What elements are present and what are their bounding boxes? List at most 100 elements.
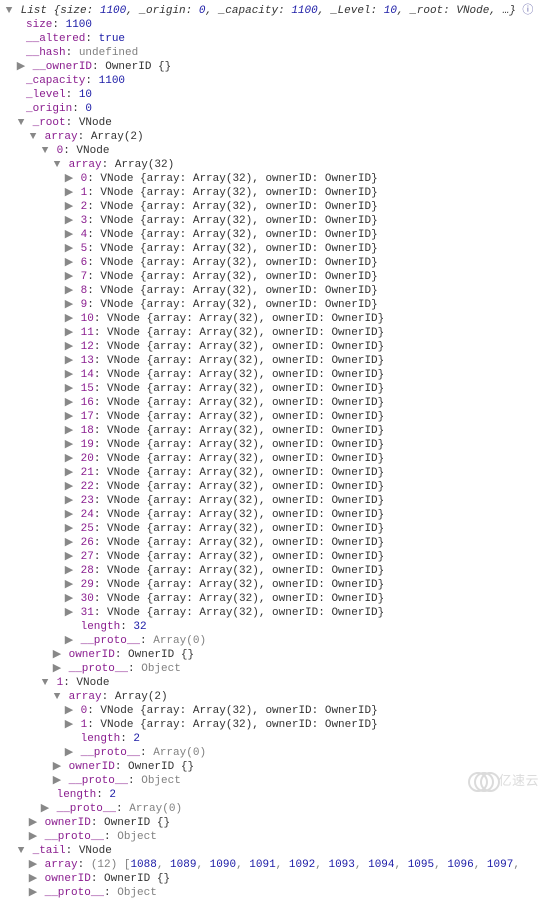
expand-arrow[interactable]: ▶ (64, 578, 74, 592)
expand-arrow[interactable]: ▶ (64, 438, 74, 452)
node1-row[interactable]: ▼ 1: VNode (4, 676, 545, 690)
expand-arrow[interactable]: ▶ (64, 536, 74, 550)
vnode-item[interactable]: ▶ 3: VNode {array: Array(32), ownerID: O… (4, 214, 545, 228)
expand-arrow[interactable]: ▶ (28, 858, 38, 872)
vnode-item[interactable]: ▶ 2: VNode {array: Array(32), ownerID: O… (4, 200, 545, 214)
vnode-item[interactable]: ▶ 19: VNode {array: Array(32), ownerID: … (4, 438, 545, 452)
expand-arrow[interactable]: ▶ (64, 606, 74, 620)
vnode-item[interactable]: ▶ 7: VNode {array: Array(32), ownerID: O… (4, 270, 545, 284)
vnode-item[interactable]: ▶ 31: VNode {array: Array(32), ownerID: … (4, 606, 545, 620)
node1-array-row[interactable]: ▼ array: Array(2) (4, 690, 545, 704)
expand-arrow[interactable]: ▶ (64, 284, 74, 298)
expand-arrow[interactable]: ▶ (64, 270, 74, 284)
vnode-item[interactable]: ▶ 17: VNode {array: Array(32), ownerID: … (4, 410, 545, 424)
expand-arrow[interactable]: ▶ (64, 256, 74, 270)
expand-arrow[interactable]: ▶ (64, 508, 74, 522)
expand-arrow[interactable]: ▶ (52, 662, 62, 676)
collapse-arrow[interactable]: ▼ (40, 676, 50, 690)
collapse-arrow[interactable]: ▼ (28, 130, 38, 144)
vnode-item[interactable]: ▶ 13: VNode {array: Array(32), ownerID: … (4, 354, 545, 368)
root-row[interactable]: ▼ List {size: 1100, _origin: 0, _capacit… (4, 4, 545, 18)
node0-array-row[interactable]: ▼ array: Array(32) (4, 158, 545, 172)
expand-arrow[interactable]: ▶ (64, 172, 74, 186)
expand-arrow[interactable]: ▶ (64, 340, 74, 354)
expand-arrow[interactable]: ▶ (64, 242, 74, 256)
vnode-item[interactable]: ▶ 28: VNode {array: Array(32), ownerID: … (4, 564, 545, 578)
vnode-item[interactable]: ▶ 4: VNode {array: Array(32), ownerID: O… (4, 228, 545, 242)
collapse-arrow[interactable]: ▼ (16, 116, 26, 130)
vnode-item[interactable]: ▶ 1: VNode {array: Array(32), ownerID: O… (4, 186, 545, 200)
outer-array-row[interactable]: ▼ array: Array(2) (4, 130, 545, 144)
node0-row[interactable]: ▼ 0: VNode (4, 144, 545, 158)
expand-arrow[interactable]: ▶ (28, 872, 38, 886)
vnode-item[interactable]: ▶ 6: VNode {array: Array(32), ownerID: O… (4, 256, 545, 270)
expand-arrow[interactable]: ▶ (64, 228, 74, 242)
vnode-item[interactable]: ▶ 23: VNode {array: Array(32), ownerID: … (4, 494, 545, 508)
proto-row[interactable]: ▶ __proto__: Object (4, 886, 545, 900)
expand-arrow[interactable]: ▶ (64, 424, 74, 438)
vnode-item[interactable]: ▶ 5: VNode {array: Array(32), ownerID: O… (4, 242, 545, 256)
proto-row[interactable]: ▶ __proto__: Object (4, 662, 545, 676)
vnode-item[interactable]: ▶ 14: VNode {array: Array(32), ownerID: … (4, 368, 545, 382)
expand-arrow[interactable]: ▶ (52, 774, 62, 788)
collapse-arrow[interactable]: ▼ (40, 144, 50, 158)
tail-row[interactable]: ▼ _tail: VNode (4, 844, 545, 858)
ownerid-row[interactable]: ▶ ownerID: OwnerID {} (4, 872, 545, 886)
vnode-item[interactable]: ▶ 12: VNode {array: Array(32), ownerID: … (4, 340, 545, 354)
expand-arrow[interactable]: ▶ (64, 326, 74, 340)
vnode-item[interactable]: ▶ 25: VNode {array: Array(32), ownerID: … (4, 522, 545, 536)
expand-arrow[interactable]: ▶ (64, 214, 74, 228)
expand-arrow[interactable]: ▶ (64, 522, 74, 536)
collapse-arrow[interactable]: ▼ (52, 690, 62, 704)
vnode-item[interactable]: ▶ 15: VNode {array: Array(32), ownerID: … (4, 382, 545, 396)
expand-arrow[interactable]: ▶ (64, 634, 74, 648)
expand-arrow[interactable]: ▶ (40, 802, 50, 816)
vnode-item[interactable]: ▶ 29: VNode {array: Array(32), ownerID: … (4, 578, 545, 592)
vnode-item[interactable]: ▶ 10: VNode {array: Array(32), ownerID: … (4, 312, 545, 326)
collapse-arrow[interactable]: ▼ (4, 4, 14, 18)
expand-arrow[interactable]: ▶ (64, 494, 74, 508)
proto-row[interactable]: ▶ __proto__: Array(0) (4, 634, 545, 648)
expand-arrow[interactable]: ▶ (64, 298, 74, 312)
vnode-item[interactable]: ▶ 30: VNode {array: Array(32), ownerID: … (4, 592, 545, 606)
vnode-item[interactable]: ▶ 24: VNode {array: Array(32), ownerID: … (4, 508, 545, 522)
info-icon[interactable]: ⓘ (522, 5, 533, 17)
expand-arrow[interactable]: ▶ (28, 830, 38, 844)
vnode-item[interactable]: ▶ 8: VNode {array: Array(32), ownerID: O… (4, 284, 545, 298)
expand-arrow[interactable]: ▶ (64, 718, 74, 732)
expand-arrow[interactable]: ▶ (64, 312, 74, 326)
ownerid-row[interactable]: ▶ ownerID: OwnerID {} (4, 648, 545, 662)
expand-arrow[interactable]: ▶ (52, 648, 62, 662)
expand-arrow[interactable]: ▶ (64, 550, 74, 564)
tail-array-row[interactable]: ▶ array: (12) [1088, 1089, 1090, 1091, 1… (4, 858, 545, 872)
vnode-item[interactable]: ▶ 27: VNode {array: Array(32), ownerID: … (4, 550, 545, 564)
vnode-item[interactable]: ▶ 22: VNode {array: Array(32), ownerID: … (4, 480, 545, 494)
vnode-item[interactable]: ▶ 11: VNode {array: Array(32), ownerID: … (4, 326, 545, 340)
ownerid-row[interactable]: ▶ __ownerID: OwnerID {} (4, 60, 545, 74)
vnode-item[interactable]: ▶ 18: VNode {array: Array(32), ownerID: … (4, 424, 545, 438)
expand-arrow[interactable]: ▶ (64, 396, 74, 410)
ownerid-row[interactable]: ▶ ownerID: OwnerID {} (4, 760, 545, 774)
root-field-row[interactable]: ▼ _root: VNode (4, 116, 545, 130)
expand-arrow[interactable]: ▶ (64, 354, 74, 368)
vnode-item[interactable]: ▶ 16: VNode {array: Array(32), ownerID: … (4, 396, 545, 410)
expand-arrow[interactable]: ▶ (64, 368, 74, 382)
expand-arrow[interactable]: ▶ (64, 186, 74, 200)
expand-arrow[interactable]: ▶ (64, 200, 74, 214)
vnode-item[interactable]: ▶ 26: VNode {array: Array(32), ownerID: … (4, 536, 545, 550)
proto-row[interactable]: ▶ __proto__: Object (4, 774, 545, 788)
proto-row[interactable]: ▶ __proto__: Array(0) (4, 802, 545, 816)
expand-arrow[interactable]: ▶ (64, 704, 74, 718)
expand-arrow[interactable]: ▶ (52, 760, 62, 774)
expand-arrow[interactable]: ▶ (64, 746, 74, 760)
expand-arrow[interactable]: ▶ (28, 816, 38, 830)
expand-arrow[interactable]: ▶ (64, 382, 74, 396)
vnode-item[interactable]: ▶ 0: VNode {array: Array(32), ownerID: O… (4, 172, 545, 186)
expand-arrow[interactable]: ▶ (28, 886, 38, 900)
expand-arrow[interactable]: ▶ (64, 480, 74, 494)
expand-arrow[interactable]: ▶ (64, 592, 74, 606)
proto-row[interactable]: ▶ __proto__: Array(0) (4, 746, 545, 760)
vnode-item[interactable]: ▶ 20: VNode {array: Array(32), ownerID: … (4, 452, 545, 466)
expand-arrow[interactable]: ▶ (64, 466, 74, 480)
collapse-arrow[interactable]: ▼ (52, 158, 62, 172)
